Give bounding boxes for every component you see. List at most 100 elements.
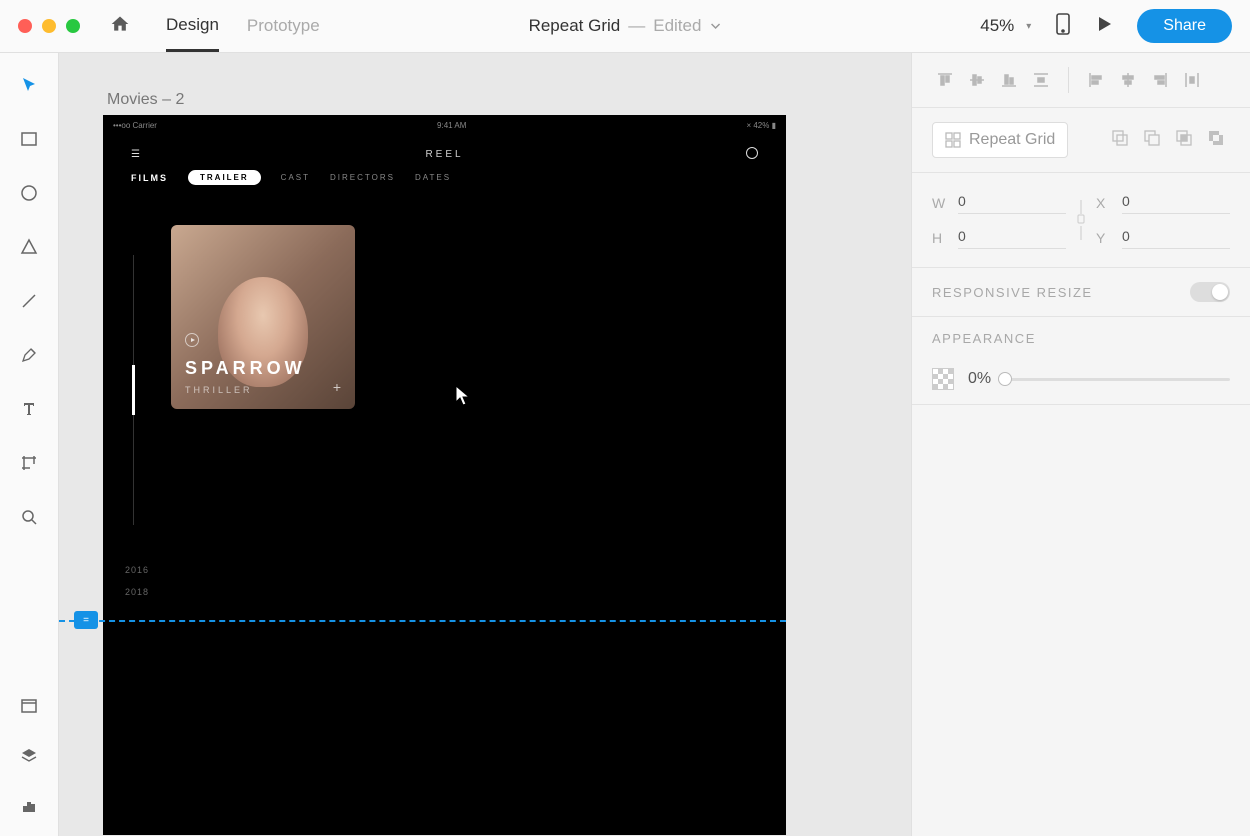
home-icon[interactable]	[110, 14, 130, 39]
canvas[interactable]: Movies – 2 •••oo Carrier 9:41 AM × 42% ▮…	[59, 53, 911, 836]
movie-genre: THRILLER	[185, 385, 253, 395]
tab-design[interactable]: Design	[166, 0, 219, 52]
year-label-1: 2016	[125, 565, 149, 575]
search-circle-icon	[746, 147, 758, 159]
h-label: H	[932, 230, 948, 246]
rectangle-tool-icon[interactable]	[17, 127, 41, 151]
device-preview-icon[interactable]	[1055, 13, 1071, 40]
exclude-icon[interactable]	[1206, 128, 1230, 152]
nav-item-directors: DIRECTORS	[330, 173, 395, 182]
align-top-icon[interactable]	[932, 67, 958, 93]
layers-panel-icon[interactable]	[17, 744, 41, 768]
opacity-value[interactable]: 0%	[968, 370, 991, 388]
chevron-down-icon	[709, 20, 721, 32]
x-label: X	[1096, 195, 1112, 211]
movie-card: SPARROW THRILLER +	[171, 225, 355, 409]
artboard-label[interactable]: Movies – 2	[107, 91, 184, 109]
align-section	[912, 53, 1250, 108]
plugins-panel-icon[interactable]	[17, 794, 41, 818]
doc-state: Edited	[653, 16, 701, 36]
repeat-grid-label: Repeat Grid	[969, 131, 1055, 149]
minimize-window-icon[interactable]	[42, 19, 56, 33]
scroll-guide-handle[interactable]: =	[74, 611, 98, 629]
window-controls	[18, 19, 80, 33]
union-icon[interactable]	[1110, 128, 1134, 152]
polygon-tool-icon[interactable]	[17, 235, 41, 259]
intersect-icon[interactable]	[1174, 128, 1198, 152]
text-tool-icon[interactable]	[17, 397, 41, 421]
left-toolbar	[0, 53, 59, 836]
titlebar-right: 45% ▾ Share	[980, 9, 1232, 43]
chevron-down-icon: ▾	[1026, 21, 1031, 32]
status-time: 9:41 AM	[437, 121, 466, 130]
year-label-2: 2018	[125, 587, 149, 597]
play-icon	[185, 333, 199, 347]
align-hcenter-icon[interactable]	[1115, 67, 1141, 93]
pen-tool-icon[interactable]	[17, 343, 41, 367]
align-right-icon[interactable]	[1147, 67, 1173, 93]
left-toolbar-bottom	[0, 694, 58, 818]
nav-pill-trailer: TRAILER	[188, 170, 261, 185]
app-header: ☰ REEL	[103, 135, 786, 164]
y-input[interactable]: 0	[1122, 226, 1230, 249]
maximize-window-icon[interactable]	[66, 19, 80, 33]
zoom-control[interactable]: 45% ▾	[980, 16, 1031, 36]
nav-item-dates: DATES	[415, 173, 451, 182]
appearance-section: APPEARANCE 0%	[912, 317, 1250, 405]
height-input[interactable]: 0	[958, 226, 1066, 249]
artboard-tool-icon[interactable]	[17, 451, 41, 475]
play-preview-icon[interactable]	[1095, 15, 1113, 38]
zoom-value: 45%	[980, 16, 1014, 36]
repeat-grid-button[interactable]: Repeat Grid	[932, 122, 1068, 158]
w-label: W	[932, 195, 948, 211]
width-input[interactable]: 0	[958, 191, 1066, 214]
responsive-section: RESPONSIVE RESIZE	[912, 268, 1250, 317]
opacity-slider[interactable]	[1005, 378, 1230, 381]
slider-thumb[interactable]	[998, 372, 1012, 386]
align-bottom-icon[interactable]	[996, 67, 1022, 93]
align-vcenter-icon[interactable]	[964, 67, 990, 93]
select-tool-icon[interactable]	[17, 73, 41, 97]
app-title: REEL	[425, 149, 463, 160]
distribute-v-icon[interactable]	[1028, 67, 1054, 93]
x-input[interactable]: 0	[1122, 191, 1230, 214]
ellipse-tool-icon[interactable]	[17, 181, 41, 205]
repeat-grid-section: Repeat Grid	[912, 108, 1250, 173]
tab-prototype[interactable]: Prototype	[247, 0, 320, 52]
battery-text: × 42% ▮	[746, 121, 776, 130]
share-button[interactable]: Share	[1137, 9, 1232, 43]
appearance-label: APPEARANCE	[932, 331, 1230, 346]
assets-panel-icon[interactable]	[17, 694, 41, 718]
lock-aspect-icon[interactable]	[1076, 198, 1086, 242]
scroll-guide-line[interactable]	[59, 620, 786, 622]
align-left-icon[interactable]	[1083, 67, 1109, 93]
hamburger-icon: ☰	[131, 149, 143, 160]
separator	[1068, 67, 1069, 93]
nav-row: FILMS TRAILER CAST DIRECTORS DATES	[103, 164, 786, 191]
line-tool-icon[interactable]	[17, 289, 41, 313]
doc-name: Repeat Grid	[529, 16, 621, 36]
nav-main: FILMS	[131, 173, 168, 183]
device-statusbar: •••oo Carrier 9:41 AM × 42% ▮	[103, 115, 786, 135]
nav-item-cast: CAST	[281, 173, 310, 182]
mode-tabs: Design Prototype	[166, 0, 320, 52]
movie-title: SPARROW	[185, 358, 306, 379]
opacity-swatch-icon[interactable]	[932, 368, 954, 390]
inspector-panel: Repeat Grid W 0 X 0 H 0 Y 0	[911, 53, 1250, 836]
zoom-tool-icon[interactable]	[17, 505, 41, 529]
titlebar: Design Prototype Repeat Grid — Edited 45…	[0, 0, 1250, 53]
document-title[interactable]: Repeat Grid — Edited	[529, 16, 722, 36]
plus-icon: +	[333, 379, 341, 395]
carrier-text: •••oo Carrier	[113, 121, 157, 130]
y-label: Y	[1096, 230, 1112, 246]
subtract-icon[interactable]	[1142, 128, 1166, 152]
timeline-bar	[133, 255, 134, 525]
movie-image	[171, 225, 355, 409]
responsive-toggle[interactable]	[1190, 282, 1230, 302]
close-window-icon[interactable]	[18, 19, 32, 33]
transform-section: W 0 X 0 H 0 Y 0	[912, 173, 1250, 268]
responsive-label: RESPONSIVE RESIZE	[932, 285, 1093, 300]
doc-state-sep: —	[628, 16, 645, 36]
distribute-h-icon[interactable]	[1179, 67, 1205, 93]
artboard[interactable]: •••oo Carrier 9:41 AM × 42% ▮ ☰ REEL FIL…	[103, 115, 786, 835]
